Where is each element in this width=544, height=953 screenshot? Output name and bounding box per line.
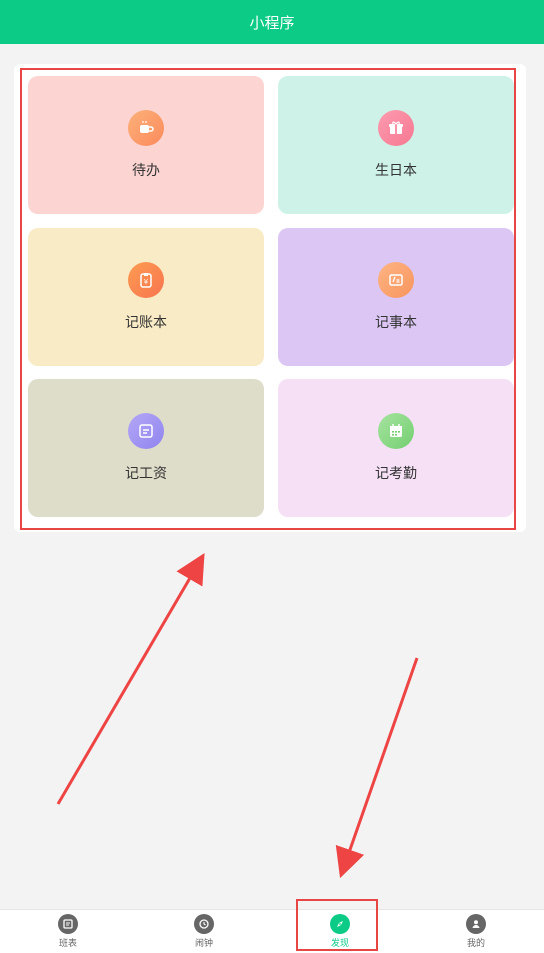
tab-schedule[interactable]: 班表: [0, 910, 136, 953]
schedule-icon: [58, 914, 78, 934]
user-icon: [466, 914, 486, 934]
tab-label: 闹钟: [194, 939, 213, 949]
arrow-to-panel: [56, 553, 205, 805]
annotation-box-tab: [296, 899, 378, 951]
tab-label: 我的: [466, 939, 485, 949]
tab-profile[interactable]: 我的: [408, 910, 544, 953]
bottom-tab-bar: 班表 闹钟 发现 我的: [0, 909, 544, 953]
annotation-arrows: [56, 553, 419, 879]
arrow-to-tab: [335, 657, 419, 879]
tab-label: 班表: [58, 939, 77, 949]
tab-alarm[interactable]: 闹钟: [136, 910, 272, 953]
clock-icon: [194, 914, 214, 934]
